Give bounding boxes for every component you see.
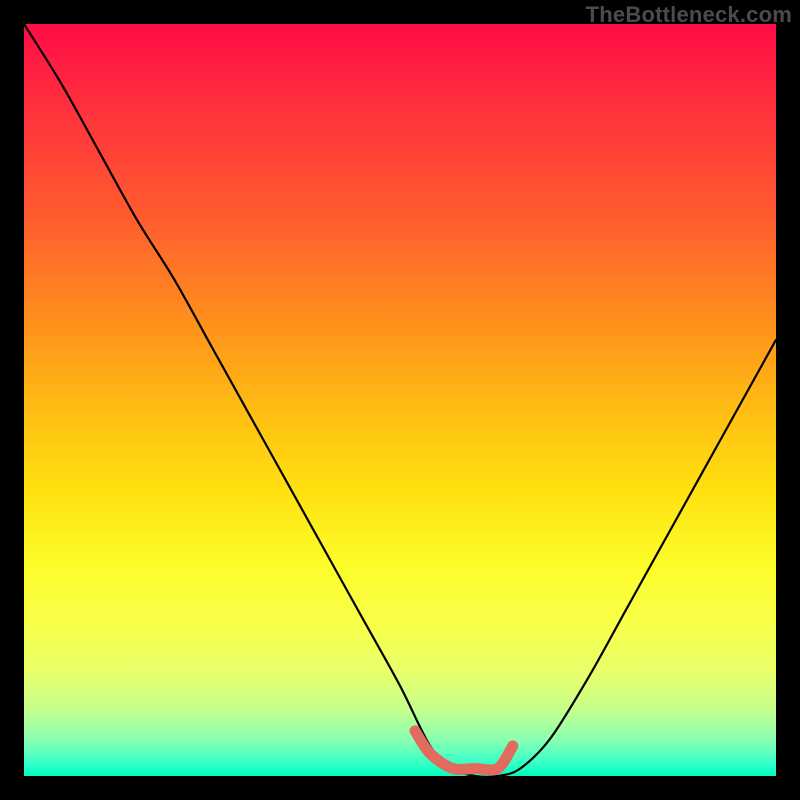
highlight-segment-path xyxy=(415,731,513,770)
chart-frame: TheBottleneck.com xyxy=(0,0,800,800)
curve-svg xyxy=(24,24,776,776)
plot-area xyxy=(24,24,776,776)
bottleneck-curve-path xyxy=(24,24,776,777)
curve-group xyxy=(24,24,776,777)
